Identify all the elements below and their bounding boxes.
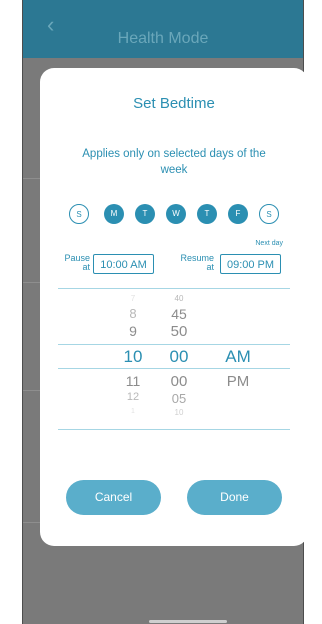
home-indicator bbox=[149, 620, 227, 623]
picker-selection-top-line bbox=[58, 344, 290, 345]
period-option-selected: AM bbox=[225, 347, 251, 366]
day-toggle-wednesday[interactable]: W bbox=[166, 204, 186, 224]
cancel-button[interactable]: Cancel bbox=[66, 480, 161, 515]
minute-option-selected: 00 bbox=[169, 347, 189, 366]
resume-label: Resume at bbox=[180, 253, 214, 272]
minute-option: 50 bbox=[170, 323, 188, 340]
hour-option: 11 bbox=[125, 373, 141, 389]
hour-option: 8 bbox=[129, 306, 137, 321]
minute-option: 00 bbox=[170, 373, 188, 390]
hour-option: 12 bbox=[126, 391, 140, 403]
hour-option: 9 bbox=[129, 323, 137, 339]
pause-time-field[interactable]: 10:00 AM bbox=[93, 254, 154, 274]
day-selector: S M T W T F S bbox=[69, 204, 285, 226]
pause-label: Pause at bbox=[64, 253, 90, 272]
day-toggle-friday[interactable]: F bbox=[228, 204, 248, 224]
top-bar: ‹ Health Mode bbox=[23, 0, 303, 58]
resume-time-field[interactable]: 09:00 PM bbox=[220, 254, 281, 274]
picker-bottom-divider bbox=[58, 429, 290, 430]
day-toggle-saturday[interactable]: S bbox=[259, 204, 279, 224]
set-bedtime-dialog: Set Bedtime Applies only on selected day… bbox=[40, 68, 308, 546]
day-toggle-tuesday[interactable]: T bbox=[135, 204, 155, 224]
next-day-note: Next day bbox=[255, 240, 283, 247]
dialog-description: Applies only on selected days of the wee… bbox=[82, 148, 266, 176]
period-option: PM bbox=[226, 373, 250, 390]
hour-option-selected: 10 bbox=[123, 347, 143, 366]
minute-option: 05 bbox=[171, 391, 187, 406]
picker-top-divider bbox=[58, 288, 290, 289]
done-button[interactable]: Done bbox=[187, 480, 282, 515]
minute-option: 10 bbox=[174, 408, 184, 417]
day-toggle-thursday[interactable]: T bbox=[197, 204, 217, 224]
day-toggle-monday[interactable]: M bbox=[104, 204, 124, 224]
dialog-title: Set Bedtime bbox=[133, 95, 215, 112]
minute-option: 40 bbox=[174, 294, 184, 303]
day-toggle-sunday[interactable]: S bbox=[69, 204, 89, 224]
hour-option: 1 bbox=[131, 408, 135, 415]
minute-option: 45 bbox=[171, 306, 187, 322]
page-title: Health Mode bbox=[117, 30, 209, 47]
hour-option: 7 bbox=[130, 294, 136, 303]
picker-selection-bottom-line bbox=[58, 368, 290, 369]
